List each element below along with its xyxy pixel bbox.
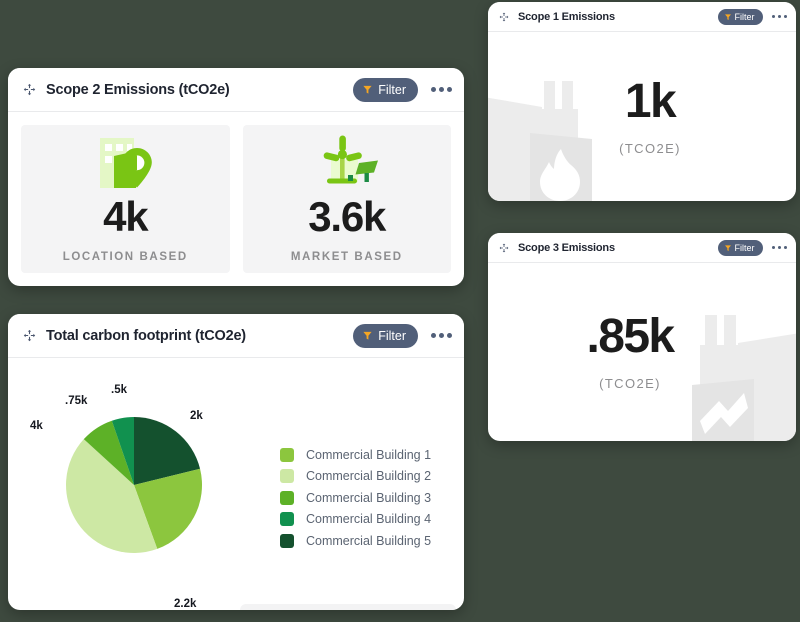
scope1-unit: (TCO2E)	[619, 140, 681, 156]
funnel-icon	[724, 244, 731, 251]
metric-tile-location-based: 4k LOCATION BASED	[21, 125, 230, 273]
scope1-value: 1k	[624, 74, 677, 128]
kebab-dot	[783, 245, 787, 250]
filter-button-label: Filter	[378, 82, 406, 97]
scope1-emissions-card: Scope 1 Emissions Filter 1k (TCO2E)	[488, 2, 796, 201]
move-handle-icon[interactable]	[18, 83, 40, 96]
kebab-dot	[783, 14, 787, 19]
kebab-dot	[777, 14, 781, 19]
wind-turbine-solar-panel-icon	[314, 132, 380, 194]
legend-swatch	[280, 512, 294, 527]
filter-button-label: Filter	[734, 242, 755, 253]
card-title: Total carbon footprint (tCO2e)	[46, 327, 246, 344]
legend-item[interactable]: Commercial Building 2	[280, 466, 431, 488]
pie-chart-area: 2k 2.2k 4k .75k .5k Commercial Building …	[8, 358, 464, 610]
card-title: Scope 2 Emissions (tCO2e)	[46, 81, 230, 98]
legend-item[interactable]: Commercial Building 3	[280, 487, 431, 509]
scope2-emissions-card: Scope 2 Emissions (tCO2e) Filter 4k LOCA…	[8, 68, 464, 286]
scope3-emissions-card: Scope 3 Emissions Filter .85k (TCO2E)	[488, 233, 796, 441]
scope3-value-area: .85k (TCO2E)	[488, 263, 796, 441]
total-carbon-footprint-card: Total carbon footprint (tCO2e) Filter 2k…	[8, 314, 464, 610]
card-header: Scope 1 Emissions Filter	[488, 2, 796, 32]
scope3-unit: (TCO2E)	[599, 376, 661, 391]
factory-chart-icon	[692, 315, 796, 441]
kebab-dot	[431, 87, 436, 92]
pie-label-cb4: .5k	[111, 384, 127, 396]
filter-button[interactable]: Filter	[717, 8, 763, 25]
card-title: Scope 3 Emissions	[518, 241, 615, 254]
pie-label-cb1: 2.2k	[174, 598, 197, 610]
kebab-dot	[439, 333, 444, 338]
scope3-value: .85k	[586, 310, 675, 363]
filter-button[interactable]: Filter	[353, 77, 418, 102]
metric-value: 3.6k	[308, 192, 386, 240]
card-header: Total carbon footprint (tCO2e) Filter	[8, 314, 464, 358]
filter-button-label: Filter	[378, 328, 406, 343]
legend-item[interactable]: Commercial Building 5	[280, 530, 431, 552]
metric-tile-market-based: 3.6k MARKET BASED	[242, 125, 451, 273]
kebab-dot	[447, 87, 452, 92]
legend-swatch	[280, 447, 294, 462]
move-handle-icon[interactable]	[18, 329, 40, 342]
metric-label: LOCATION BASED	[62, 250, 188, 263]
building-location-pin-icon	[94, 132, 156, 194]
kebab-dot	[777, 245, 781, 250]
legend-label: Commercial Building 2	[306, 469, 432, 484]
legend-label: Commercial Building 3	[306, 490, 432, 505]
legend-label: Commercial Building 1	[306, 447, 432, 462]
funnel-icon	[363, 331, 372, 340]
pie-label-cb3: .75k	[65, 395, 88, 407]
pie-svg[interactable]	[20, 368, 260, 598]
metric-value: 4k	[103, 192, 149, 240]
card-header: Scope 2 Emissions (tCO2e) Filter	[8, 68, 464, 112]
kebab-dot	[771, 245, 775, 250]
kebab-dot	[431, 333, 436, 338]
legend-label: Commercial Building 5	[306, 533, 432, 548]
funnel-icon	[363, 85, 372, 94]
pie-legend: Commercial Building 1 Commercial Building…	[280, 444, 431, 552]
more-options-icon[interactable]	[431, 87, 452, 92]
more-options-icon[interactable]	[771, 14, 787, 19]
pie-label-cb5: 2k	[190, 410, 203, 422]
legend-swatch	[280, 469, 294, 484]
kebab-dot	[439, 87, 444, 92]
pie-label-cb2: 4k	[30, 420, 43, 432]
legend-label: Commercial Building 4	[306, 512, 432, 527]
legend-swatch	[280, 533, 294, 548]
move-handle-icon[interactable]	[495, 243, 513, 253]
card-title: Scope 1 Emissions	[518, 10, 615, 23]
scope2-metrics-row: 4k LOCATION BASED 3.6k MARKET BASED	[8, 112, 464, 286]
filter-button[interactable]: Filter	[717, 239, 763, 256]
factory-flame-icon	[488, 81, 592, 201]
filter-button[interactable]: Filter	[353, 323, 418, 348]
footnote: *Scope 1, Scope 2 location based , Scope…	[240, 604, 456, 610]
metric-label: MARKET BASED	[290, 250, 403, 263]
kebab-dot	[771, 14, 775, 19]
more-options-icon[interactable]	[431, 333, 452, 338]
pie-chart	[20, 368, 260, 598]
move-handle-icon[interactable]	[495, 12, 513, 22]
dashboard-canvas: Scope 2 Emissions (tCO2e) Filter 4k LOCA…	[0, 0, 800, 622]
kebab-dot	[447, 333, 452, 338]
legend-item[interactable]: Commercial Building 4	[280, 509, 431, 531]
legend-swatch	[280, 490, 294, 505]
scope1-value-area: 1k (TCO2E)	[488, 32, 796, 201]
more-options-icon[interactable]	[771, 245, 787, 250]
filter-button-label: Filter	[734, 11, 755, 22]
funnel-icon	[724, 13, 731, 20]
card-header: Scope 3 Emissions Filter	[488, 233, 796, 263]
legend-item[interactable]: Commercial Building 1	[280, 444, 431, 466]
